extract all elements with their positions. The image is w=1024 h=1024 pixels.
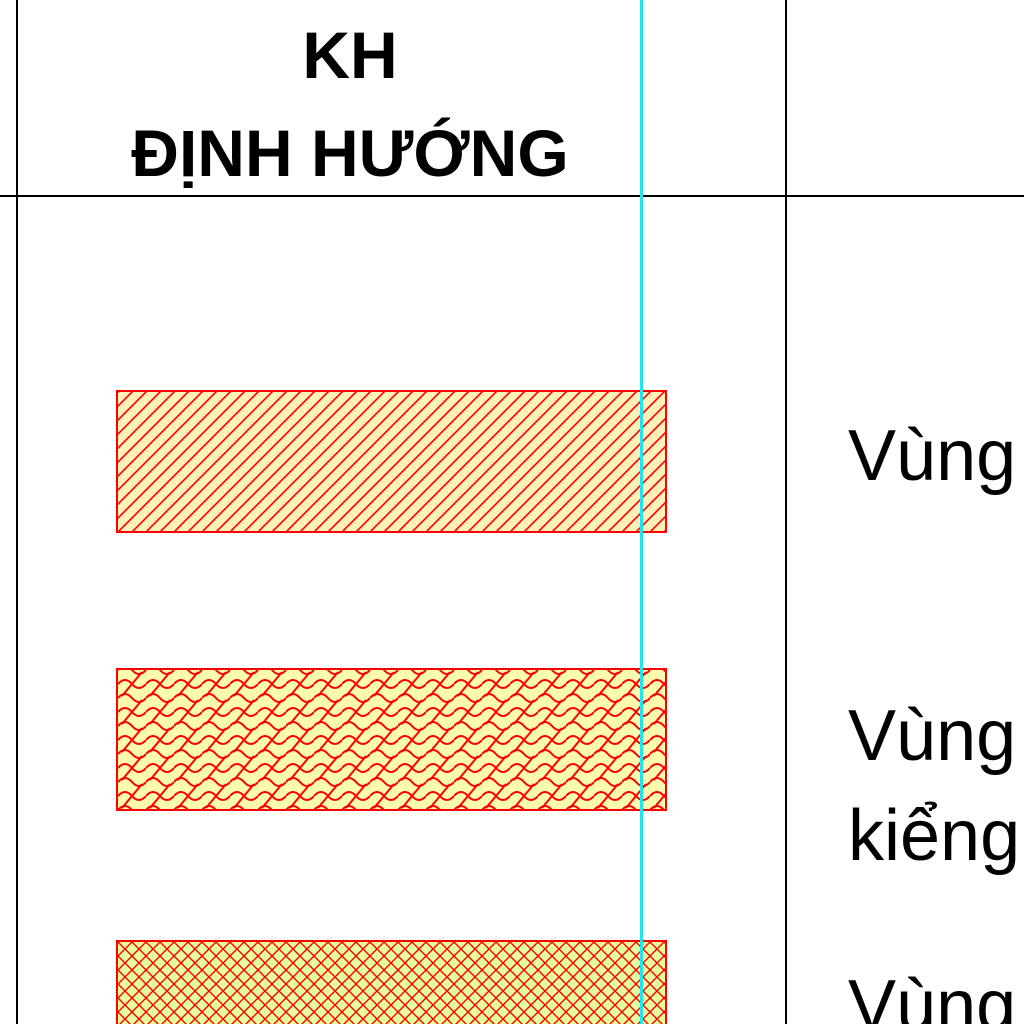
legend-label-row-2-line-2: kiểng [848,796,1021,876]
header-line-2: ĐỊNH HƯỚNG [131,116,569,190]
legend-label-row-3: Vùng [848,966,1017,1024]
legend-swatch-cross-hatch [116,940,667,1024]
legend-label-row-2-line-1: Vùng [848,696,1017,776]
column-header-kh-dinh-huong: KH ĐỊNH HƯỚNG [20,0,680,195]
header-divider [0,195,1024,197]
legend-swatch-scale-hatch [116,668,667,811]
cyan-guide-line [640,0,643,1024]
legend-table-page: KH ĐỊNH HƯỚNG Vùng Vùng kiểng Vùng [0,0,1024,1024]
legend-swatch-diagonal-hatch [116,390,667,533]
table-border-left [16,0,18,1024]
header-line-1: KH [302,18,398,92]
column-divider [785,0,787,1024]
legend-label-row-1: Vùng [848,416,1017,496]
